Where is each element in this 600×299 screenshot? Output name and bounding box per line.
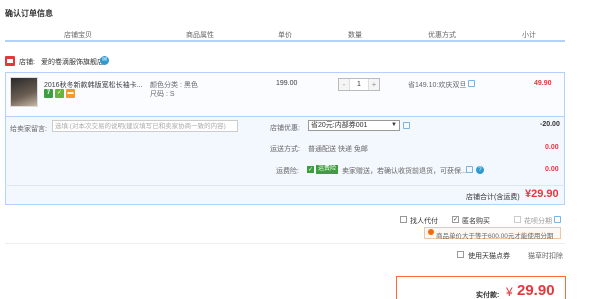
quantity-stepper: - 1 + xyxy=(338,78,380,91)
shop-discount-value: -20.00 xyxy=(540,121,560,128)
insurance-value: 0.00 xyxy=(545,166,559,173)
shipping-method: 普通配送 快递 免邮 xyxy=(308,146,368,153)
discount-info-icon[interactable] xyxy=(403,122,410,129)
warning-icon xyxy=(428,229,434,235)
options-divider xyxy=(5,243,565,244)
unit-price: 199.00 xyxy=(276,80,298,87)
insurance-badge: 运费险 xyxy=(316,165,339,174)
column-header-attributes: 商品属性 xyxy=(186,32,214,39)
seven-day-return-badge[interactable]: 7 xyxy=(44,89,53,98)
installment-label[interactable]: 花呗分期 xyxy=(524,216,552,226)
anonymous-label[interactable]: 匿名购买 xyxy=(462,216,490,226)
payment-label: 实付款: xyxy=(476,292,500,299)
chat-icon[interactable]: ✉ xyxy=(100,56,109,65)
installment-checkbox[interactable] xyxy=(514,216,521,223)
message-icon[interactable] xyxy=(466,166,473,173)
header-divider xyxy=(5,40,565,42)
item-subtotal: 49.90 xyxy=(534,80,552,87)
tmall-points-checkbox[interactable] xyxy=(457,251,464,258)
help-icon[interactable]: ? xyxy=(476,166,484,174)
tmall-points-label[interactable]: 使用天猫点券 xyxy=(468,251,510,261)
column-header-quantity: 数量 xyxy=(348,32,362,39)
page-title: 确认订单信息 xyxy=(5,9,53,18)
promotion-text: 省149.10:欢庆双旦 xyxy=(408,82,467,89)
installment-info-icon[interactable] xyxy=(554,216,561,223)
invoice-badge-icon[interactable]: ▬ xyxy=(66,89,75,98)
total-divider xyxy=(5,185,565,186)
proxy-pay-checkbox[interactable] xyxy=(400,216,407,223)
shop-label: 店铺: xyxy=(19,59,35,66)
column-header-shop-item: 店铺宝贝 xyxy=(64,32,92,39)
message-label: 给卖家留言: xyxy=(10,126,47,133)
installment-note: 商品单价大于等于600.00元才能使用分期 xyxy=(436,233,554,240)
shop-row: 店铺: 爱的卷滴服饰旗舰店 ✉ xyxy=(5,56,565,70)
shop-total-value: ¥29.90 xyxy=(525,188,559,200)
payment-currency: ¥ xyxy=(506,285,513,299)
insurance-checkbox[interactable]: ✓ xyxy=(307,166,314,173)
proxy-pay-label[interactable]: 找人代付 xyxy=(410,216,438,226)
quantity-decrease-button[interactable]: - xyxy=(339,79,350,90)
insurance-text: 卖家赠送，若确认收货前退货，可获保... xyxy=(342,168,467,175)
shop-name-link[interactable]: 爱的卷滴服饰旗舰店 xyxy=(41,57,104,67)
shop-total-label: 店铺合计(含运费) xyxy=(466,194,520,201)
seller-message-input[interactable]: 选填:(对本次交易的说明(建议填写已和卖家协商一致的内容) xyxy=(52,120,238,132)
attribute-size: 尺码 : S xyxy=(150,91,175,98)
shipping-value: 0.00 xyxy=(545,144,559,151)
shop-icon xyxy=(5,56,15,66)
quantity-input[interactable]: 1 xyxy=(350,79,368,90)
chevron-down-icon: ▼ xyxy=(391,122,397,128)
shipping-label: 运送方式: xyxy=(270,146,300,153)
shop-discount-select[interactable]: 省20元:内部券001 ▼ xyxy=(308,120,400,131)
guarantee-badge-icon[interactable]: ✓ xyxy=(55,89,64,98)
promo-info-icon[interactable] xyxy=(468,80,475,87)
anonymous-checkbox[interactable]: ✓ xyxy=(452,216,459,223)
product-thumbnail[interactable] xyxy=(10,77,38,107)
column-header-unit-price: 单价 xyxy=(278,32,292,39)
quantity-increase-button[interactable]: + xyxy=(368,79,379,90)
column-header-discount: 优惠方式 xyxy=(428,32,456,39)
shop-discount-label: 店铺优惠: xyxy=(270,125,300,132)
timed-pay-text: 猫草时扣除 xyxy=(528,253,563,260)
column-header-subtotal: 小计 xyxy=(522,32,536,39)
order-item-panel xyxy=(5,72,565,117)
payment-amount: 29.90 xyxy=(517,282,555,299)
shop-discount-selected: 省20元:内部券001 xyxy=(311,122,368,129)
insurance-label: 运费险: xyxy=(276,168,299,175)
